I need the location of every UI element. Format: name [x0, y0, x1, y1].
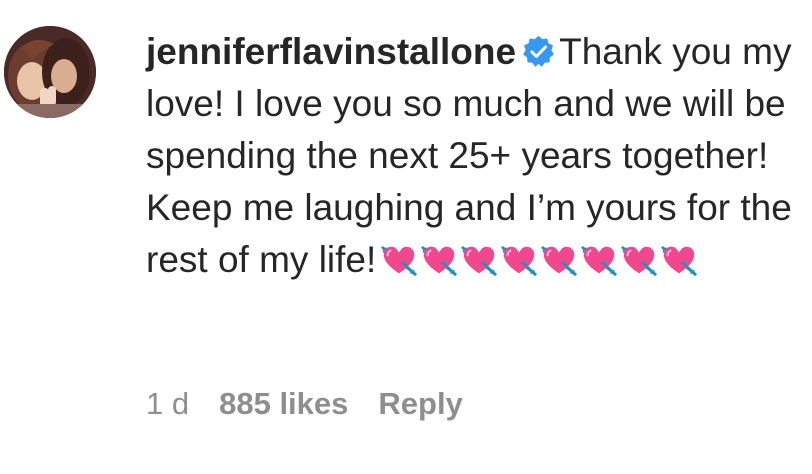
- comment: jenniferflavinstallone Thank you my love…: [0, 0, 812, 474]
- heart-with-arrow-icon: [580, 242, 618, 280]
- comment-body: jenniferflavinstallone Thank you my love…: [146, 26, 806, 294]
- heart-with-arrow-icon: [540, 242, 578, 280]
- heart-with-arrow-icon: [660, 242, 698, 280]
- avatar[interactable]: [4, 26, 96, 118]
- comment-footer: 1 d 885 likes Reply: [146, 386, 463, 422]
- verified-badge-icon: [523, 35, 554, 67]
- heart-with-arrow-icon: [500, 242, 538, 280]
- heart-with-arrow-icon: [420, 242, 458, 280]
- heart-with-arrow-icon: [380, 242, 418, 280]
- likes-count[interactable]: 885 likes: [219, 386, 348, 422]
- reply-button[interactable]: Reply: [378, 386, 462, 422]
- heart-with-arrow-icon: [460, 242, 498, 280]
- comment-timestamp[interactable]: 1 d: [146, 386, 189, 422]
- heart-with-arrow-icon: [620, 242, 658, 280]
- emoji-group: [380, 242, 700, 294]
- username-link[interactable]: jenniferflavinstallone: [146, 31, 516, 72]
